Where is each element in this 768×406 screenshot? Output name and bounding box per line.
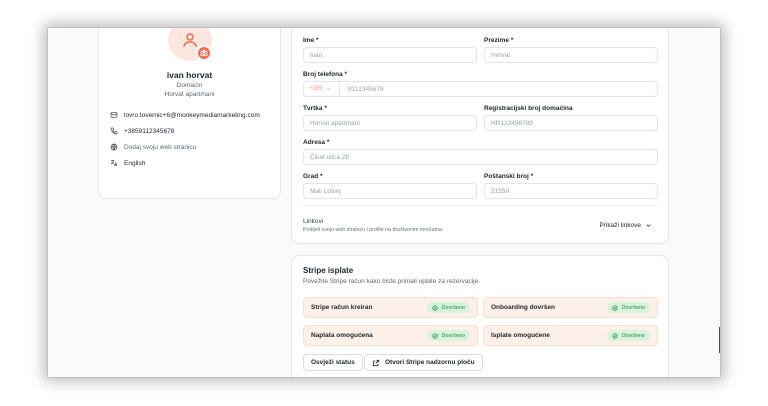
profile-form-card: Ime * Prezime * Ivan Horvat Broj telefon… [291,28,669,244]
check-circle-icon [432,304,439,311]
profile-language[interactable]: English [124,160,145,167]
window-edge-divider [719,327,720,353]
status-badge: Dovršeno [427,330,470,341]
profile-email: lovro.tovernic+6@monkeymediamarketing.co… [124,111,260,119]
profile-website-row[interactable]: Dodaj svoju web stranicu [110,143,196,151]
app-window: ivan horvat Domaćin Horvat apartmani lov… [48,28,720,377]
show-links-label: Prikaži linkove [599,222,641,229]
profile-name: ivan horvat [166,70,213,80]
phone-icon [110,127,118,135]
open-stripe-dashboard-button[interactable]: Otvori Stripe nadzornu ploču [364,354,483,371]
status-badge: Dovršeno [427,302,470,313]
open-stripe-dashboard-label: Otvori Stripe nadzornu ploču [385,359,475,366]
translate-icon [110,160,118,167]
host-reg-label: Registracijski broj domaćina [484,105,573,112]
city-label: Grad * [303,173,323,180]
phone-input[interactable]: 9112345678 [303,81,658,97]
status-badge-text: Dovršeno [441,332,465,339]
country-code-select[interactable]: +385 [304,81,340,97]
screenshot-stage: ivan horvat Domaćin Horvat apartmani lov… [0,0,768,406]
stripe-subtitle: Povežite Stripe račun kako biste primali… [303,278,481,285]
status-badge-text: Dovršeno [621,332,645,339]
refresh-status-button[interactable]: Osvježi status [303,354,363,371]
chevron-down-icon [326,87,331,91]
stripe-title: Stripe isplate [303,266,354,275]
chevron-down-icon [646,224,651,227]
stripe-status-item: Onboarding dovršen Dovršeno [483,297,658,318]
postal-label: Poštanski broj * [484,173,534,180]
status-badge: Dovršeno [607,330,650,341]
company-label: Tvrtka * [303,105,327,112]
profile-website[interactable]: Dodaj svoju web stranicu [124,144,196,151]
refresh-status-label: Osvježi status [311,359,355,366]
section-divider [303,205,657,206]
host-reg-input[interactable]: HR123456789 [484,115,658,131]
stripe-payouts-card: Stripe isplate Povežite Stripe račun kak… [291,255,669,377]
profile-phone: +3859112345678 [124,127,175,135]
stripe-status-label: Naplata omogućena [311,332,373,339]
user-icon [183,33,197,47]
status-badge-text: Dovršeno [621,304,645,311]
first-name-label: Ime * [303,37,319,44]
external-link-icon [372,359,380,366]
check-circle-icon [432,332,439,339]
status-badge: Dovršeno [607,302,650,313]
stripe-status-item: Stripe račun kreiran Dovršeno [303,297,478,318]
last-name-label: Prezime * [484,37,514,44]
address-input[interactable]: Čikat ulica 28 [303,149,658,165]
profile-role: Domaćin [176,82,203,89]
profile-language-row[interactable]: English [110,159,145,167]
company-input[interactable]: Horvat apartmani [303,115,477,131]
globe-icon [110,143,118,151]
profile-phone-row: +3859112345678 [110,127,174,135]
check-circle-icon [612,304,619,311]
stripe-status-item: Naplata omogućena Dovršeno [303,325,478,346]
address-label: Adresa * [303,139,330,146]
city-input[interactable]: Mali Lošinj [303,183,477,199]
mail-icon [110,112,118,118]
stripe-status-item: Isplate omogućene Dovršeno [483,325,658,346]
status-badge-text: Dovršeno [441,304,465,311]
country-code-value: +385 [309,86,323,92]
camera-icon [200,49,208,57]
links-title: Linkovi [303,218,324,225]
profile-company: Horvat apartmani [164,91,215,98]
links-subtitle: Podijeli svoju web stranicu i profile na… [303,227,444,233]
stripe-status-label: Stripe račun kreiran [311,304,373,311]
stripe-status-label: Onboarding dovršen [491,304,555,311]
profile-email-row: lovro.tovernic+6@monkeymediamarketing.co… [110,111,260,119]
last-name-input[interactable]: Horvat [484,47,658,63]
change-photo-button[interactable] [196,45,212,61]
check-circle-icon [612,332,619,339]
stripe-status-label: Isplate omogućene [491,332,550,339]
show-links-button[interactable]: Prikaži linkove [599,222,652,229]
phone-label: Broj telefona * [303,71,348,78]
first-name-input[interactable]: Ivan [303,47,477,63]
postal-input[interactable]: 51550 [484,183,658,199]
profile-card: ivan horvat Domaćin Horvat apartmani lov… [98,28,281,199]
